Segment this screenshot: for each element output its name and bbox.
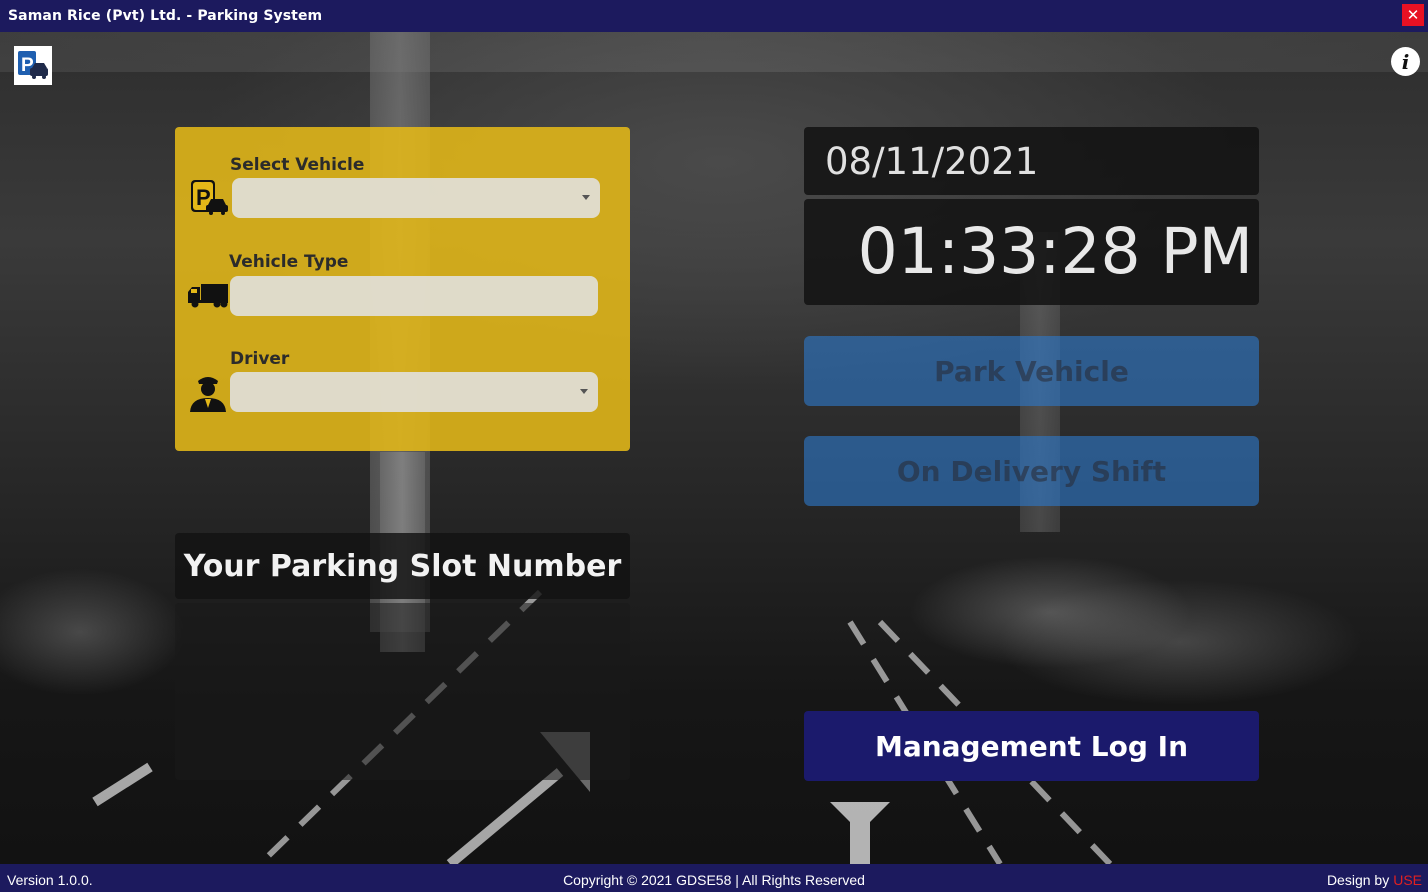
- window-title: Saman Rice (Pvt) Ltd. - Parking System: [8, 8, 323, 24]
- time-display: 01:33:28 PM: [804, 199, 1259, 305]
- driver-label: Driver: [230, 349, 290, 369]
- park-vehicle-button[interactable]: Park Vehicle: [804, 336, 1259, 406]
- driver-dropdown[interactable]: [230, 372, 598, 412]
- vehicle-type-label: Vehicle Type: [229, 252, 349, 272]
- parking-slot-title: Your Parking Slot Number: [175, 533, 630, 599]
- vehicle-form-panel: Select Vehicle P Vehicle Type Driver: [175, 127, 630, 451]
- date-text: 08/11/2021: [825, 139, 1039, 183]
- select-vehicle-dropdown[interactable]: [232, 178, 600, 218]
- management-login-button[interactable]: Management Log In: [804, 711, 1259, 781]
- chevron-down-icon: [582, 195, 590, 200]
- copyright-text: Copyright © 2021 GDSE58 | All Rights Res…: [563, 872, 865, 888]
- info-icon[interactable]: i: [1391, 47, 1420, 76]
- select-vehicle-label: Select Vehicle: [230, 155, 365, 175]
- driver-icon: [190, 377, 226, 412]
- status-bar: Version 1.0.0. Copyright © 2021 GDSE58 |…: [0, 864, 1428, 892]
- parking-car-icon: P: [191, 180, 228, 215]
- vehicle-type-field[interactable]: [230, 276, 598, 316]
- parking-car-icon: P: [18, 50, 48, 79]
- design-credit: Design by USE: [1327, 872, 1422, 888]
- design-prefix: Design by: [1326, 872, 1390, 888]
- title-bar: Saman Rice (Pvt) Ltd. - Parking System ✕: [0, 0, 1428, 32]
- on-delivery-shift-button[interactable]: On Delivery Shift: [804, 436, 1259, 506]
- chevron-down-icon: [580, 389, 588, 394]
- parking-slot-display: [175, 603, 630, 780]
- close-button[interactable]: ✕: [1402, 4, 1424, 26]
- truck-icon: [188, 284, 228, 308]
- app-logo: P: [14, 46, 52, 85]
- design-brand: USE: [1393, 872, 1422, 888]
- date-display: 08/11/2021: [804, 127, 1259, 195]
